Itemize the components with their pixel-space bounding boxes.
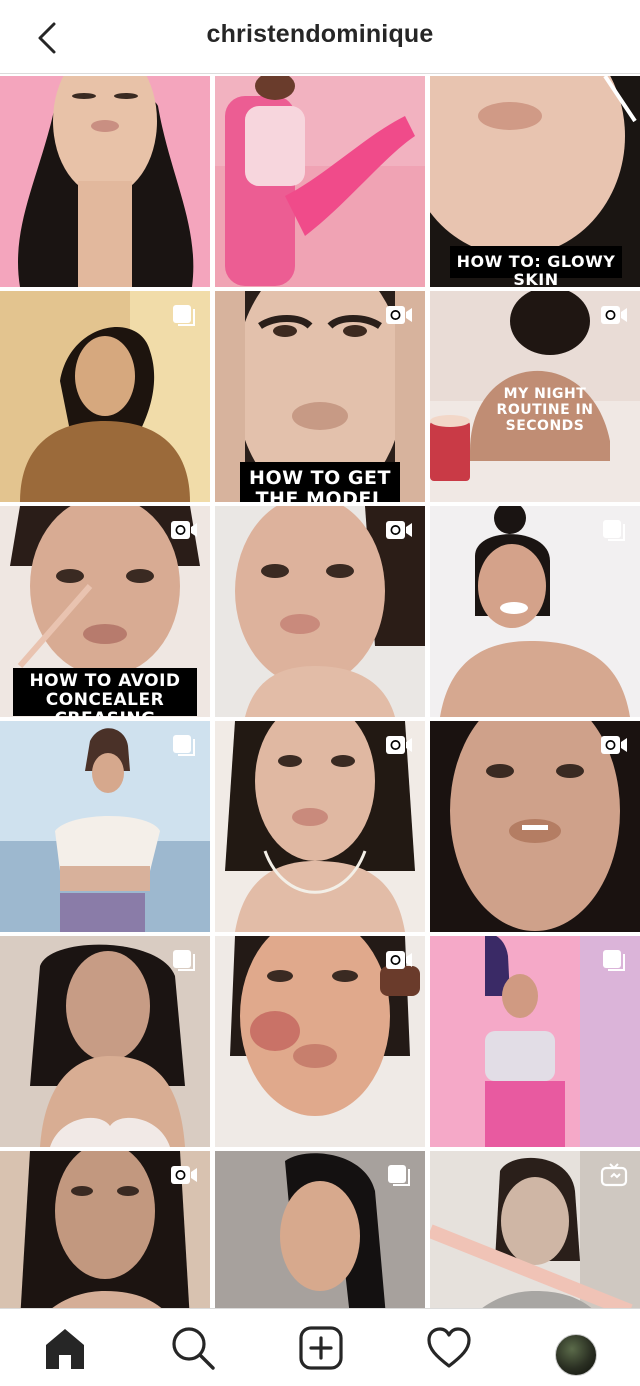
activity-heart-icon bbox=[427, 1327, 471, 1368]
tab-home[interactable] bbox=[40, 1323, 90, 1373]
post-tile[interactable] bbox=[430, 721, 640, 932]
posts-grid: HOW TO: GLOWY SKIN HOW TO GET THE MODEL … bbox=[0, 76, 640, 1308]
post-tile[interactable]: HOW TO AVOID CONCEALER CREASING bbox=[0, 506, 210, 717]
post-caption-overlay: MY NIGHT ROUTINE IN SECONDS bbox=[496, 386, 594, 435]
carousel-icon bbox=[603, 520, 625, 541]
carousel-icon bbox=[603, 950, 625, 971]
carousel-icon bbox=[388, 1165, 410, 1186]
post-tile[interactable]: MY NIGHT ROUTINE IN SECONDS bbox=[430, 291, 640, 502]
post-tile[interactable] bbox=[215, 721, 425, 932]
carousel-icon bbox=[173, 950, 195, 971]
tab-search[interactable] bbox=[168, 1323, 218, 1373]
top-nav-bar: christendominique bbox=[0, 0, 640, 74]
post-caption-overlay: HOW TO GET THE MODEL BROW bbox=[240, 462, 400, 502]
profile-username-title: christendominique bbox=[206, 20, 434, 48]
post-tile[interactable] bbox=[430, 936, 640, 1147]
post-tile[interactable] bbox=[215, 76, 425, 287]
video-camera-icon bbox=[171, 521, 197, 539]
tab-activity[interactable] bbox=[424, 1323, 474, 1373]
new-post-icon bbox=[299, 1326, 343, 1370]
home-icon bbox=[46, 1329, 84, 1369]
video-camera-icon bbox=[601, 306, 627, 324]
tab-new-post[interactable] bbox=[296, 1323, 346, 1373]
post-thumbnail bbox=[215, 76, 425, 287]
bottom-tab-bar bbox=[0, 1308, 640, 1386]
post-caption-overlay: HOW TO: GLOWY SKIN bbox=[450, 246, 622, 287]
carousel-icon bbox=[173, 305, 195, 326]
back-button[interactable] bbox=[26, 16, 70, 60]
post-tile[interactable] bbox=[215, 1151, 425, 1308]
post-tile[interactable] bbox=[215, 506, 425, 717]
post-tile[interactable] bbox=[430, 506, 640, 717]
video-camera-icon bbox=[386, 736, 412, 754]
video-camera-icon bbox=[386, 521, 412, 539]
video-camera-icon bbox=[386, 306, 412, 324]
search-icon bbox=[172, 1327, 215, 1370]
video-camera-icon bbox=[171, 1166, 197, 1184]
post-tile[interactable] bbox=[0, 291, 210, 502]
post-thumbnail bbox=[0, 76, 210, 287]
igtv-icon bbox=[600, 1163, 628, 1187]
post-tile[interactable] bbox=[430, 1151, 640, 1308]
video-camera-icon bbox=[386, 951, 412, 969]
post-tile[interactable]: HOW TO: GLOWY SKIN bbox=[430, 76, 640, 287]
post-caption-overlay: HOW TO AVOID CONCEALER CREASING bbox=[13, 668, 197, 717]
post-tile[interactable] bbox=[0, 76, 210, 287]
post-tile[interactable] bbox=[0, 1151, 210, 1308]
post-tile[interactable] bbox=[0, 721, 210, 932]
chevron-left-icon bbox=[38, 22, 56, 54]
video-camera-icon bbox=[601, 736, 627, 754]
post-tile[interactable] bbox=[0, 936, 210, 1147]
carousel-icon bbox=[173, 735, 195, 756]
post-tile[interactable]: HOW TO GET THE MODEL BROW bbox=[215, 291, 425, 502]
post-tile[interactable] bbox=[215, 936, 425, 1147]
profile-avatar[interactable] bbox=[555, 1334, 597, 1376]
